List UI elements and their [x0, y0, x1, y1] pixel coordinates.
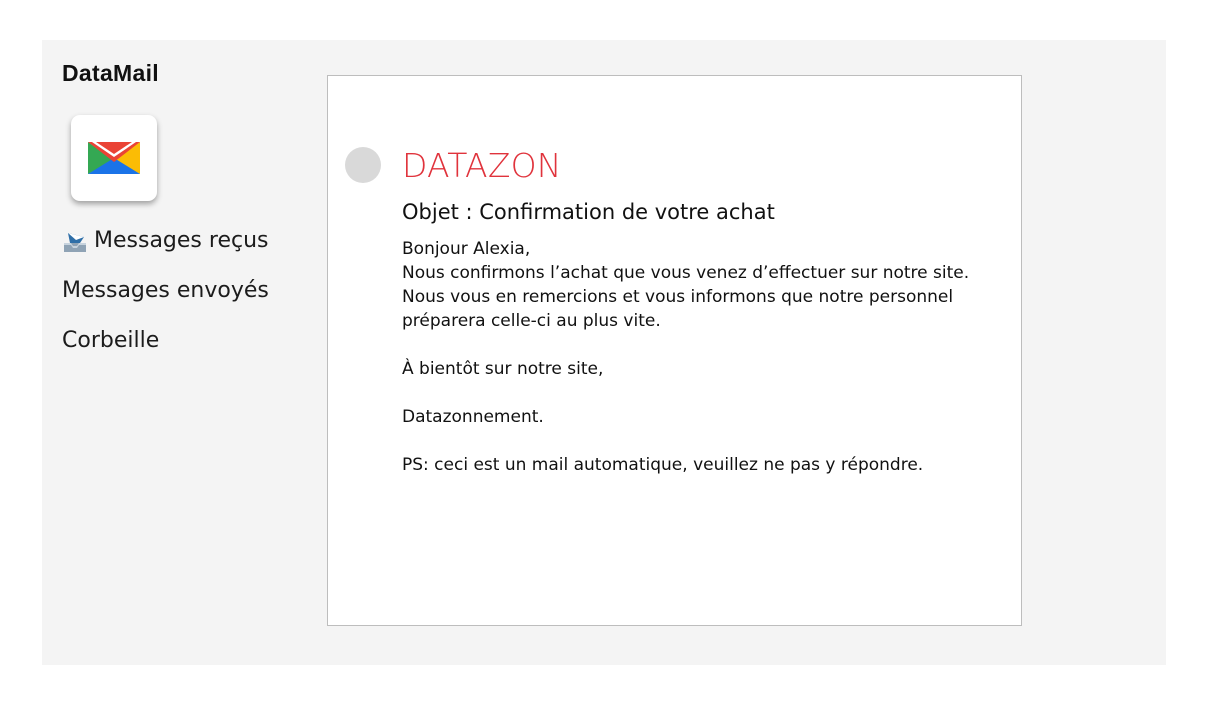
email-subject: Objet : Confirmation de votre achat [402, 200, 775, 224]
folder-nav: Messages reçus Messages envoyés Corbeill… [62, 228, 269, 378]
nav-item-trash[interactable]: Corbeille [62, 328, 269, 378]
nav-item-sent[interactable]: Messages envoyés [62, 278, 269, 328]
envelope-logo-icon [88, 142, 140, 174]
email-reading-pane: DATAZON Objet : Confirmation de votre ac… [327, 75, 1022, 626]
email-signature: Datazonnement. [402, 407, 544, 427]
sender-name: DATAZON [402, 146, 562, 185]
sender-avatar [345, 147, 381, 183]
app-logo[interactable] [71, 115, 157, 201]
nav-item-label: Corbeille [62, 328, 160, 353]
nav-item-label: Messages reçus [94, 228, 269, 253]
email-closing: À bientôt sur notre site, [402, 359, 604, 379]
email-greeting: Bonjour Alexia, [402, 239, 531, 259]
nav-item-label: Messages envoyés [62, 278, 269, 303]
email-ps: PS: ceci est un mail automatique, veuill… [402, 455, 924, 475]
inbox-tray-icon [64, 233, 86, 252]
mail-app-window: DataMail Messages reçus Messages envoyés [42, 40, 1166, 665]
app-title: DataMail [62, 60, 159, 86]
email-paragraph: Nous confirmons l’achat que vous venez d… [402, 263, 970, 331]
nav-item-inbox[interactable]: Messages reçus [62, 228, 269, 278]
email-body: Bonjour Alexia, Nous confirmons l’achat … [402, 237, 992, 477]
